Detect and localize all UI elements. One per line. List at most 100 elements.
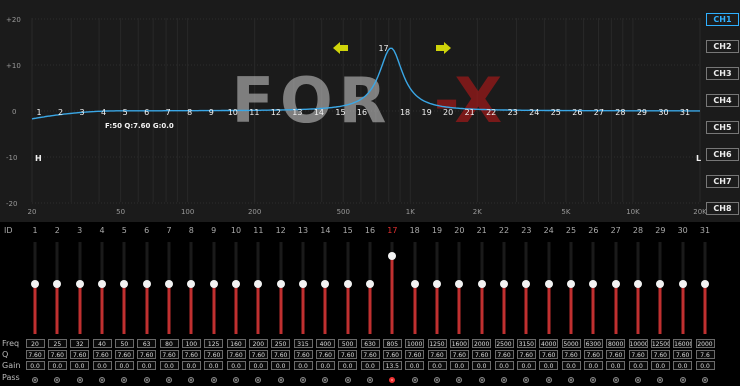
freq-cell[interactable]: 12500 — [650, 339, 670, 348]
channel-button-ch8[interactable]: CH8 — [706, 202, 739, 215]
gain-slider-knob[interactable] — [276, 280, 285, 288]
band-id[interactable]: 31 — [700, 226, 710, 235]
gain-slider-knob[interactable] — [410, 280, 419, 288]
band-id[interactable]: 8 — [189, 226, 194, 235]
freq-cell[interactable]: 2500 — [494, 339, 514, 348]
gain-cell[interactable]: 0.0 — [449, 361, 469, 370]
q-cell[interactable]: 7.60 — [360, 350, 380, 359]
band-id[interactable]: 5 — [122, 226, 127, 235]
gain-cell[interactable]: 0.0 — [628, 361, 648, 370]
q-cell[interactable]: 7.60 — [427, 350, 447, 359]
band-id[interactable]: 23 — [521, 226, 531, 235]
band-point-label[interactable]: 14 — [314, 108, 324, 117]
freq-cell[interactable]: 40 — [92, 339, 112, 348]
q-cell[interactable]: 7.60 — [472, 350, 492, 359]
pass-toggle[interactable] — [568, 377, 574, 383]
band-point-label[interactable]: 20 — [443, 108, 453, 117]
q-cell[interactable]: 7.60 — [92, 350, 112, 359]
band-point-label[interactable]: 13 — [292, 108, 302, 117]
gain-slider-knob[interactable] — [701, 280, 709, 288]
freq-cell[interactable]: 8000 — [606, 339, 626, 348]
band-id[interactable]: 19 — [432, 226, 442, 235]
freq-cell[interactable]: 50 — [114, 339, 134, 348]
freq-cell[interactable]: 100 — [181, 339, 201, 348]
gain-cell[interactable]: 0.0 — [427, 361, 447, 370]
gain-slider-knob[interactable] — [388, 251, 397, 260]
band-point-label[interactable]: 25 — [551, 108, 561, 117]
band-point-label[interactable]: 10 — [228, 108, 238, 117]
gain-cell[interactable]: 0.0 — [472, 361, 492, 370]
q-cell[interactable]: 7.60 — [583, 350, 603, 359]
band-point-label[interactable]: 30 — [658, 108, 668, 117]
channel-button-ch5[interactable]: CH5 — [706, 121, 739, 134]
freq-cell[interactable]: 5000 — [561, 339, 581, 348]
gain-slider-knob[interactable] — [165, 280, 173, 288]
q-cell[interactable]: 7.60 — [293, 350, 313, 359]
band-point-label[interactable]: 18 — [400, 108, 410, 117]
band-point-label[interactable]: 8 — [187, 108, 192, 117]
pass-toggle[interactable] — [702, 377, 708, 383]
gain-cell[interactable]: 0.0 — [181, 361, 201, 370]
gain-cell[interactable]: 0.0 — [92, 361, 112, 370]
q-cell[interactable]: 7.6 — [695, 350, 715, 359]
gain-cell[interactable]: 0.0 — [47, 361, 67, 370]
gain-slider-knob[interactable] — [477, 280, 486, 288]
gain-slider-knob[interactable] — [433, 280, 441, 288]
freq-cell[interactable]: 2000 — [695, 339, 715, 348]
pass-toggle[interactable] — [54, 377, 61, 383]
gain-cell[interactable]: 0.0 — [583, 361, 603, 370]
band-id[interactable]: 27 — [611, 226, 621, 235]
gain-cell[interactable]: 0.0 — [114, 361, 134, 370]
freq-cell[interactable]: 250 — [271, 339, 291, 348]
freq-cell[interactable]: 63 — [137, 339, 157, 348]
band-point-label[interactable]: 4 — [101, 108, 106, 117]
gain-slider-knob[interactable] — [209, 280, 218, 288]
gain-cell[interactable]: 13.5 — [382, 361, 402, 370]
band-point-label[interactable]: 7 — [166, 108, 171, 117]
band-id[interactable]: 29 — [655, 226, 665, 235]
q-cell[interactable]: 7.60 — [315, 350, 335, 359]
pass-toggle[interactable] — [612, 377, 619, 383]
next-band-arrow-icon[interactable] — [436, 42, 451, 54]
freq-cell[interactable]: 80 — [159, 339, 179, 348]
pass-toggle[interactable] — [322, 377, 329, 383]
band-point-label[interactable]: 3 — [80, 108, 85, 117]
pass-toggle[interactable] — [367, 377, 373, 383]
q-cell[interactable]: 7.60 — [204, 350, 224, 359]
band-id[interactable]: 7 — [166, 226, 171, 235]
gain-slider-knob[interactable] — [321, 280, 330, 288]
band-id[interactable]: 12 — [276, 226, 286, 235]
gain-slider-knob[interactable] — [544, 280, 553, 288]
channel-button-ch6[interactable]: CH6 — [706, 148, 739, 161]
pass-toggle[interactable] — [121, 377, 128, 383]
band-id[interactable]: 25 — [566, 226, 576, 235]
gain-slider-knob[interactable] — [611, 280, 620, 288]
q-cell[interactable]: 7.60 — [673, 350, 693, 359]
pass-toggle[interactable] — [635, 377, 641, 383]
band-id[interactable]: 16 — [365, 226, 375, 235]
q-cell[interactable]: 7.60 — [271, 350, 291, 359]
freq-cell[interactable]: 1600 — [449, 339, 469, 348]
gain-cell[interactable]: 0.0 — [293, 361, 313, 370]
gain-slider-knob[interactable] — [343, 280, 352, 288]
gain-slider-knob[interactable] — [53, 280, 62, 288]
gain-cell[interactable]: 0.0 — [70, 361, 90, 370]
gain-slider-knob[interactable] — [142, 280, 151, 288]
channel-button-ch1[interactable]: CH1 — [706, 13, 739, 26]
freq-cell[interactable]: 2000 — [472, 339, 492, 348]
band-id[interactable]: 18 — [410, 226, 420, 235]
band-id[interactable]: 13 — [298, 226, 308, 235]
pass-toggle[interactable] — [590, 377, 597, 383]
gain-slider-knob[interactable] — [634, 280, 642, 288]
band-point-label[interactable]: 2 — [58, 108, 63, 117]
gain-cell[interactable]: 0.0 — [204, 361, 224, 370]
gain-cell[interactable]: 0.0 — [338, 361, 358, 370]
q-cell[interactable]: 7.60 — [561, 350, 581, 359]
pass-toggle[interactable] — [277, 377, 284, 383]
q-cell[interactable]: 7.60 — [70, 350, 90, 359]
pass-toggle[interactable] — [255, 377, 262, 383]
gain-slider-knob[interactable] — [500, 280, 508, 288]
band-point-label[interactable]: 28 — [615, 108, 625, 117]
gain-slider-knob[interactable] — [98, 280, 106, 288]
freq-cell[interactable]: 630 — [360, 339, 380, 348]
